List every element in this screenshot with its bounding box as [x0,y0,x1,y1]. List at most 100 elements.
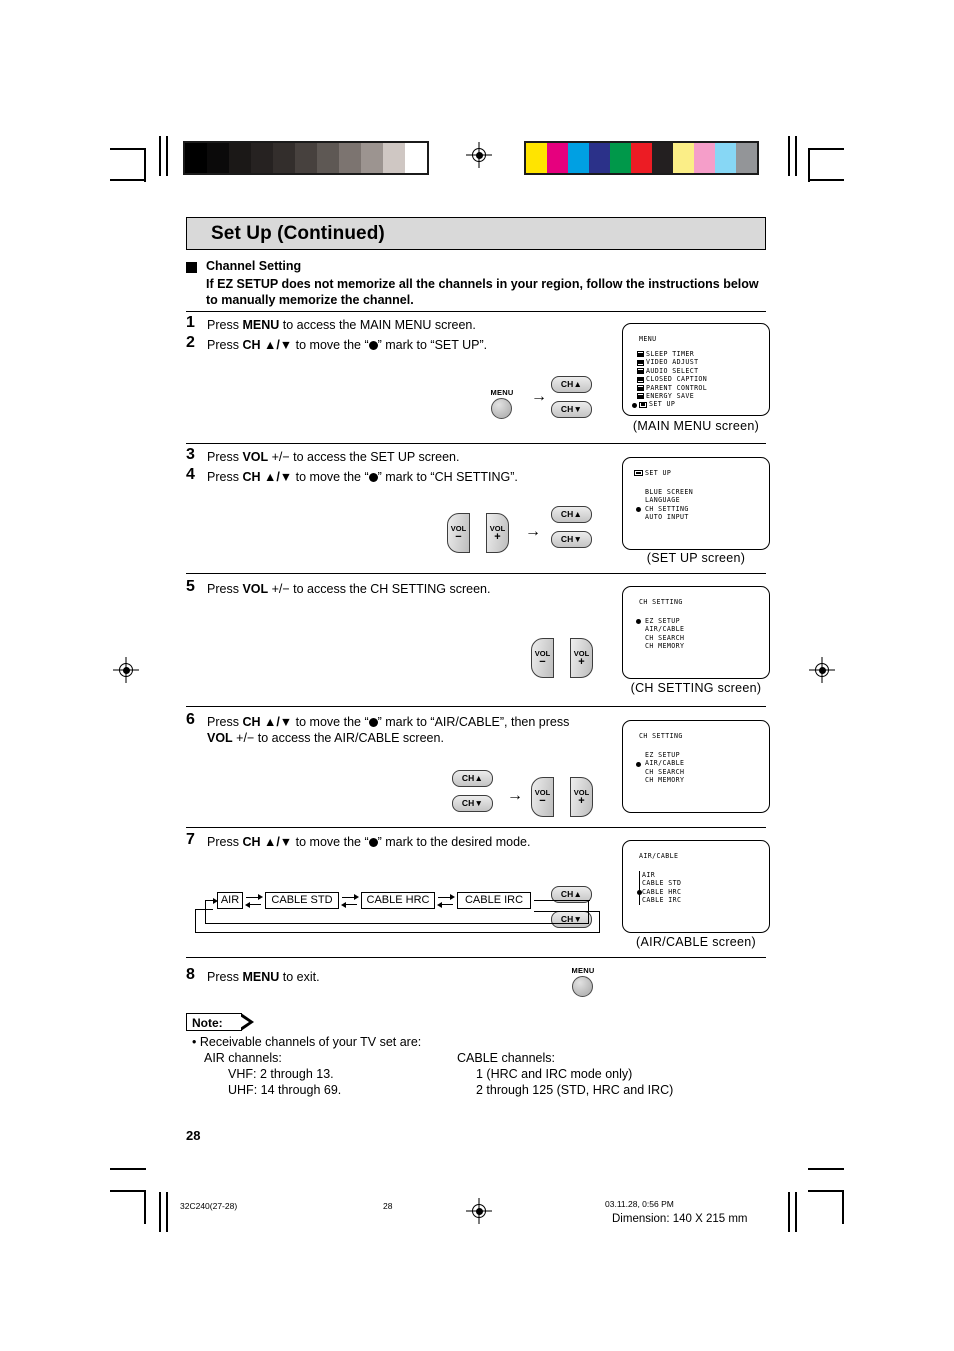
selection-dot-icon [636,619,641,625]
osd-list-air-cable: AIR CABLE STD CABLE HRC CABLE IRC [636,871,682,906]
osd-item-main-menu-3[interactable]: CLOSED CAPTION [636,375,707,383]
osd-item-label: EZ SETUP [645,617,680,625]
osd-item-label: EZ SETUP [645,751,680,759]
manual-page: Set Up (Continued) Channel Setting If EZ… [0,0,954,1351]
osd-item-main-menu-0[interactable]: SLEEP TIMER [636,350,707,358]
vol-plus-button-step6[interactable]: VOL + [570,777,593,817]
cycle-loop-top-right [534,900,590,902]
osd-screen-ch-setting-aircable: CH SETTING EZ SETUP AIR/CABLE CH SEARCH CH M… [622,720,770,813]
osd-item-air-cable-1[interactable]: CABLE STD [636,879,681,889]
osd-caption-set-up: (SET UP screen) [646,551,746,565]
ch-down-button-step2[interactable]: CH▼ [551,401,592,418]
osd-item-main-menu-5[interactable]: ENERGY SAVE [636,392,707,400]
color-swatch-10 [736,143,757,173]
vol-plus-sign: + [578,656,585,668]
osd-item-main-menu-6[interactable]: SET UP [632,400,707,408]
osd-item-label: AUDIO SELECT [646,366,699,375]
cycle-loop2-top-left [195,909,213,911]
cycle-node-3: CABLE IRC [457,892,531,909]
menu-button-circle [491,398,512,419]
osd-item-ch-setting-ez-1[interactable]: AIR/CABLE [636,625,684,633]
osd-item-main-menu-4[interactable]: PARENT CONTROL [636,384,707,392]
step-7-number: 7 [186,831,195,848]
vol-minus-button-step6[interactable]: VOL − [531,777,554,817]
set-up-icon [639,401,647,408]
osd-item-ch-setting-aircable-1[interactable]: AIR/CABLE [636,759,684,767]
crop-mark-bottom-right-inner2 [795,1192,797,1232]
osd-item-ch-setting-aircable-0[interactable]: EZ SETUP [636,751,684,759]
crop-mark-bottom-left-v [144,1190,146,1224]
osd-item-air-cable-2[interactable]: CABLE HRC [636,887,682,897]
vol-plus-button-step4[interactable]: VOL + [486,513,509,553]
color-swatch-0 [526,143,547,173]
step-4-number: 4 [186,466,195,483]
divider-1 [186,311,766,313]
note-line-4: CABLE channels: [457,1051,555,1065]
flow-arrow-step2: → [531,388,547,405]
crop-mark-top-right-inner [788,136,790,176]
vol-minus-button-step5[interactable]: VOL − [531,638,554,678]
color-print-strip [524,141,759,175]
page-title-bar: Set Up (Continued) [186,217,766,250]
grayscale-swatch-6 [317,143,339,173]
osd-item-air-cable-3[interactable]: CABLE IRC [636,896,681,906]
osd-item-ch-setting-aircable-3[interactable]: CH MEMORY [636,776,684,784]
grayscale-swatch-10 [405,143,427,173]
cycle-node-label: CABLE STD [271,894,333,906]
osd-item-ch-setting-ez-0[interactable]: EZ SETUP [636,617,684,625]
cycle-loop2-top-right [534,911,600,913]
cycle-node-2: CABLE HRC [361,892,435,909]
osd-item-label: CABLE HRC [642,887,682,896]
ch-down-button-step4[interactable]: CH▼ [551,531,592,548]
cycle-node-label: CABLE HRC [366,894,430,906]
osd-item-label: AUTO INPUT [645,513,689,522]
osd-caption-air-cable: (AIR/CABLE screen) [635,935,757,949]
step-6-number: 6 [186,711,195,728]
grayscale-swatch-0 [185,143,207,173]
osd-item-set-up-3[interactable]: AUTO INPUT [636,513,693,521]
osd-item-main-menu-1[interactable]: VIDEO ADJUST [636,358,707,366]
osd-item-label: SLEEP TIMER [646,350,695,358]
cycle-arrowhead-back-0 [245,901,250,908]
osd-list-ch-setting-ez: EZ SETUP AIR/CABLE CH SEARCH CH MEMORY [636,617,684,651]
color-swatch-5 [631,143,652,173]
grayscale-swatch-7 [339,143,361,173]
osd-item-set-up-1[interactable]: LANGUAGE [636,496,693,504]
section-bullet-icon [186,262,197,273]
footer-dimension: Dimension: 140 X 215 mm [612,1213,748,1225]
osd-item-air-cable-0[interactable]: AIR [636,871,681,880]
ch-down-button-step6[interactable]: CH▼ [452,795,493,812]
ch-down-button-step7[interactable]: CH▼ [551,911,592,928]
grayscale-swatch-5 [295,143,317,173]
osd-item-label: CH SEARCH [645,767,685,776]
selection-dot-icon [636,506,641,512]
osd-item-set-up-0[interactable]: BLUE SCREEN [636,488,693,496]
note-line-1: AIR channels: [204,1051,282,1065]
color-swatch-2 [568,143,589,173]
osd-item-label: AIR/CABLE [645,759,685,768]
osd-header-ch-setting-ez: CH SETTING [639,598,683,606]
cycle-loop-arrowhead [213,897,218,904]
osd-header-air-cable: AIR/CABLE [639,852,679,860]
osd-item-ch-setting-aircable-2[interactable]: CH SEARCH [636,768,684,776]
audio-select-icon [636,368,644,375]
vol-minus-button-step4[interactable]: VOL − [447,513,470,553]
osd-header-ch-setting-aircable: CH SETTING [639,732,683,740]
registration-mark-bottom [466,1198,492,1224]
grayscale-swatch-3 [251,143,273,173]
step-5-text: Press VOL +/− to access the CH SETTING s… [207,582,491,596]
step-3-number: 3 [186,446,195,463]
osd-item-main-menu-2[interactable]: AUDIO SELECT [636,367,707,375]
ch-up-button-step6[interactable]: CH▲ [452,770,493,787]
osd-item-set-up-2[interactable]: CH SETTING [636,505,693,513]
vol-minus-sign: − [539,795,546,807]
osd-item-ch-setting-ez-2[interactable]: CH SEARCH [636,634,684,642]
ch-up-button-step2[interactable]: CH▲ [551,376,592,393]
note-line-2: VHF: 2 through 13. [228,1067,334,1081]
step-4-text: Press CH ▲/▼ to move the “” mark to “CH … [207,470,518,484]
color-swatch-3 [589,143,610,173]
cycle-loop2-bottom [195,932,600,934]
vol-plus-button-step5[interactable]: VOL + [570,638,593,678]
osd-item-ch-setting-ez-3[interactable]: CH MEMORY [636,642,684,650]
ch-up-button-step4[interactable]: CH▲ [551,506,592,523]
